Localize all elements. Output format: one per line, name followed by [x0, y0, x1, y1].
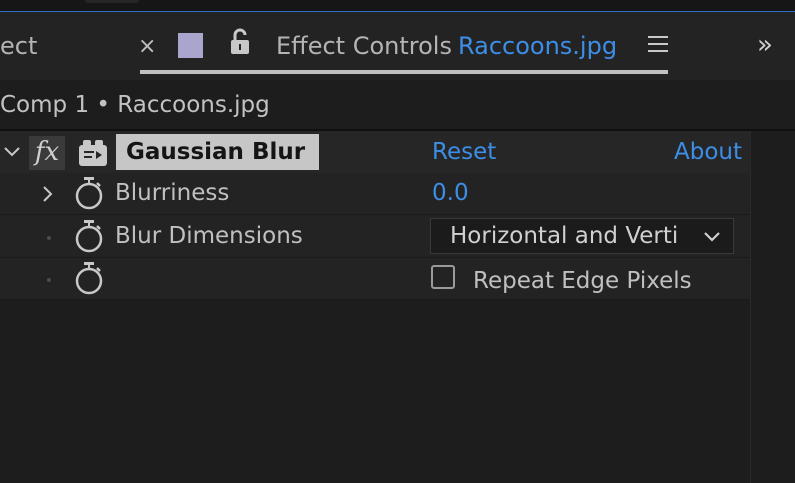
- label-color-swatch[interactable]: [178, 33, 203, 58]
- chevron-down-icon: [701, 219, 723, 253]
- stopwatch-icon[interactable]: [74, 176, 104, 210]
- effect-row: [0, 131, 750, 173]
- fx-toggle-icon[interactable]: fx: [29, 136, 65, 170]
- property-label-blur-dimensions: Blur Dimensions: [115, 223, 303, 249]
- dropdown-selected-value: Horizontal and Verti: [450, 223, 679, 249]
- tab-title-label: Effect Controls: [276, 32, 452, 60]
- hamburger-menu-icon[interactable]: [648, 36, 668, 56]
- tab-effect-controls[interactable]: Effect Controls Raccoons.jpg: [276, 32, 617, 60]
- property-label-blurriness: Blurriness: [115, 180, 230, 206]
- panel-grip[interactable]: [85, 0, 139, 3]
- tab-project-partial[interactable]: ect: [0, 32, 37, 60]
- reset-button[interactable]: Reset: [432, 139, 496, 165]
- chevron-down-icon[interactable]: [3, 143, 21, 161]
- tab-target-layer[interactable]: Raccoons.jpg: [458, 32, 617, 60]
- lock-icon[interactable]: [229, 28, 251, 56]
- repeat-edge-pixels-checkbox[interactable]: [431, 265, 455, 289]
- chevron-right-icon[interactable]: [40, 185, 56, 203]
- stopwatch-icon[interactable]: [74, 219, 104, 253]
- effect-preset-icon[interactable]: [78, 139, 108, 167]
- property-row-blurriness: [0, 173, 750, 215]
- blurriness-value[interactable]: 0.0: [432, 180, 469, 206]
- top-strip: [0, 0, 795, 12]
- blur-dimensions-dropdown[interactable]: Horizontal and Verti: [430, 218, 734, 254]
- stopwatch-icon[interactable]: [74, 261, 104, 295]
- close-icon[interactable]: ×: [138, 34, 156, 59]
- breadcrumb: Comp 1 • Raccoons.jpg: [0, 92, 270, 118]
- spacer-dot: [47, 236, 51, 240]
- double-chevron-right-icon[interactable]: »: [757, 30, 773, 60]
- active-tab-indicator: [140, 70, 668, 74]
- repeat-edge-pixels-label: Repeat Edge Pixels: [473, 268, 692, 294]
- about-button[interactable]: About: [674, 139, 742, 165]
- effect-name-label[interactable]: Gaussian Blur: [116, 134, 320, 170]
- spacer-dot: [47, 278, 51, 282]
- panel-tab-bar: ect × Effect Controls Raccoons.jpg »: [0, 12, 795, 80]
